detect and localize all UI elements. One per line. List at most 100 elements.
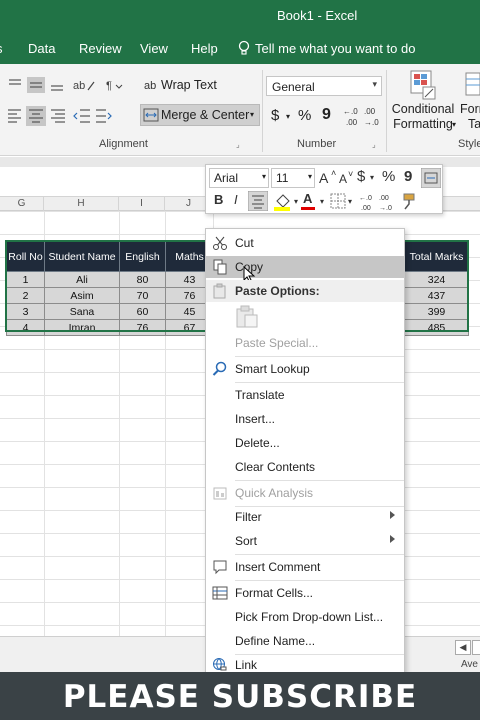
currency-dropdown-caret[interactable]: ▾ [286,112,290,121]
menu-item-translate[interactable]: Translate [206,384,404,406]
font-color-button[interactable]: A [303,191,312,206]
menu-item-cut[interactable]: Cut [206,232,404,254]
header-english[interactable]: English [119,241,166,272]
ribbon: ab ¶ ab Wrap Text Merge & Center ▾ Align… [0,64,480,156]
vertical-align-icons[interactable] [5,76,67,94]
group-number-label: Number [297,138,337,150]
menu-item-filter[interactable]: Filter [206,506,404,528]
menu-item-define-name[interactable]: Define Name... [206,630,404,652]
cf-dropdown-caret[interactable]: ▾ [452,120,456,129]
percent-format-button[interactable]: % [298,107,311,124]
menu-item-clear-contents[interactable]: Clear Contents [206,456,404,478]
svg-text:.00: .00 [346,118,358,127]
cell[interactable]: 1 [6,271,45,288]
tab-view[interactable]: View [140,41,168,56]
context-menu: Cut Copy Paste Options: Paste Special...… [205,228,405,678]
cell[interactable]: Imran [44,319,120,336]
fill-color-icon[interactable] [272,191,292,211]
search-icon [212,361,227,376]
menu-item-pick-from-list[interactable]: Pick From Drop-down List... [206,606,404,628]
alignment-launcher-icon[interactable]: ⌟ [236,140,240,149]
currency-button[interactable]: $ [357,168,365,185]
menu-item-delete[interactable]: Delete... [206,432,404,454]
menu-item-quick-analysis[interactable]: Quick Analysis [206,482,404,504]
cell[interactable]: 437 [404,287,469,304]
format-painter-merge-icon[interactable] [421,168,441,188]
menu-item-copy[interactable]: Copy [206,256,404,284]
font-name-select[interactable]: Arial ▾ [209,168,269,188]
font-size-select[interactable]: 11 ▾ [271,168,315,188]
svg-text:→.0: →.0 [379,205,392,212]
svg-text:ab: ab [144,80,156,92]
currency-format-button[interactable]: $ [271,107,279,124]
font-color-swatch [301,207,315,210]
decimal-icons[interactable]: ←.0 .00 .00 →.0 [342,104,384,128]
copy-icon [213,259,227,275]
cell[interactable]: 485 [404,319,469,336]
merge-center-button[interactable]: Merge & Center [161,108,249,122]
menu-item-paste-special[interactable]: Paste Special... [206,332,404,354]
scroll-left-button[interactable]: ◀ [455,640,471,655]
orientation-icons[interactable]: ab ¶ [72,76,132,94]
bold-button[interactable]: B [214,192,223,207]
tab-review[interactable]: Review [79,41,122,56]
cell[interactable]: 4 [6,319,45,336]
cell[interactable]: Ali [44,271,120,288]
svg-text:¶: ¶ [106,80,112,92]
menu-item-insert-comment[interactable]: Insert Comment [206,556,404,578]
menu-item-sort[interactable]: Sort [206,530,404,552]
cell[interactable]: 80 [119,271,166,288]
currency-caret[interactable]: ▾ [370,173,374,182]
shrink-font-button[interactable]: A [339,172,347,186]
center-align-icon[interactable] [248,191,268,211]
borders-icon[interactable] [330,193,346,209]
scroll-right-button[interactable] [472,640,480,655]
format-painter-icon[interactable] [402,192,420,210]
column-header-g[interactable]: G [0,197,44,211]
number-format-select[interactable]: General ▾ [266,76,382,96]
cell[interactable]: 3 [6,303,45,320]
table-row: 4 Imran 76 67 [6,319,214,336]
conditional-formatting-button[interactable]: Conditional Formatting [392,102,455,131]
header-roll-no[interactable]: Roll No [6,241,45,272]
svg-text:→.0: →.0 [364,118,379,127]
cell[interactable]: Sana [44,303,120,320]
comma-button[interactable]: 9 [404,168,412,185]
format-as-table-button[interactable]: Form Ta [460,102,480,131]
tab-help[interactable]: Help [191,41,218,56]
cell[interactable]: 324 [404,271,469,288]
table-row: 3 Sana 60 45 [6,303,214,320]
cell[interactable]: 70 [119,287,166,304]
number-launcher-icon[interactable]: ⌟ [372,140,376,149]
format-cells-icon [212,586,228,600]
menu-item-insert[interactable]: Insert... [206,408,404,430]
divider [386,70,387,152]
percent-button[interactable]: % [382,168,395,185]
column-header-i[interactable]: I [119,197,165,211]
horizontal-align-icons[interactable] [5,106,67,126]
decimal-buttons-icon[interactable]: ←.0 .00 .00 →.0 [358,191,398,213]
menu-item-smart-lookup[interactable]: Smart Lookup [206,358,404,380]
borders-caret[interactable]: ▾ [348,197,352,206]
cell[interactable]: 60 [119,303,166,320]
wrap-text-button[interactable]: Wrap Text [161,78,217,92]
tell-me-search[interactable]: Tell me what you want to do [255,41,415,56]
comma-style-button[interactable]: 9 [322,106,331,124]
tab-home-partial[interactable]: s [0,41,3,56]
menu-item-format-cells[interactable]: Format Cells... [206,582,404,604]
cell[interactable]: 76 [119,319,166,336]
header-total-marks[interactable]: Total Marks [404,241,469,272]
grow-font-button[interactable]: A [319,170,328,186]
cell[interactable]: 2 [6,287,45,304]
indent-icons[interactable] [72,106,112,126]
tab-data[interactable]: Data [28,41,55,56]
column-header-h[interactable]: H [44,197,119,211]
conditional-formatting-icon [410,70,436,100]
cell[interactable]: 399 [404,303,469,320]
font-color-caret[interactable]: ▾ [320,197,324,206]
header-student-name[interactable]: Student Name [44,241,120,272]
cell[interactable]: Asim [44,287,120,304]
merge-dropdown-caret[interactable]: ▾ [250,110,254,119]
fill-color-caret[interactable]: ▾ [294,197,298,206]
italic-button[interactable]: I [234,192,238,207]
